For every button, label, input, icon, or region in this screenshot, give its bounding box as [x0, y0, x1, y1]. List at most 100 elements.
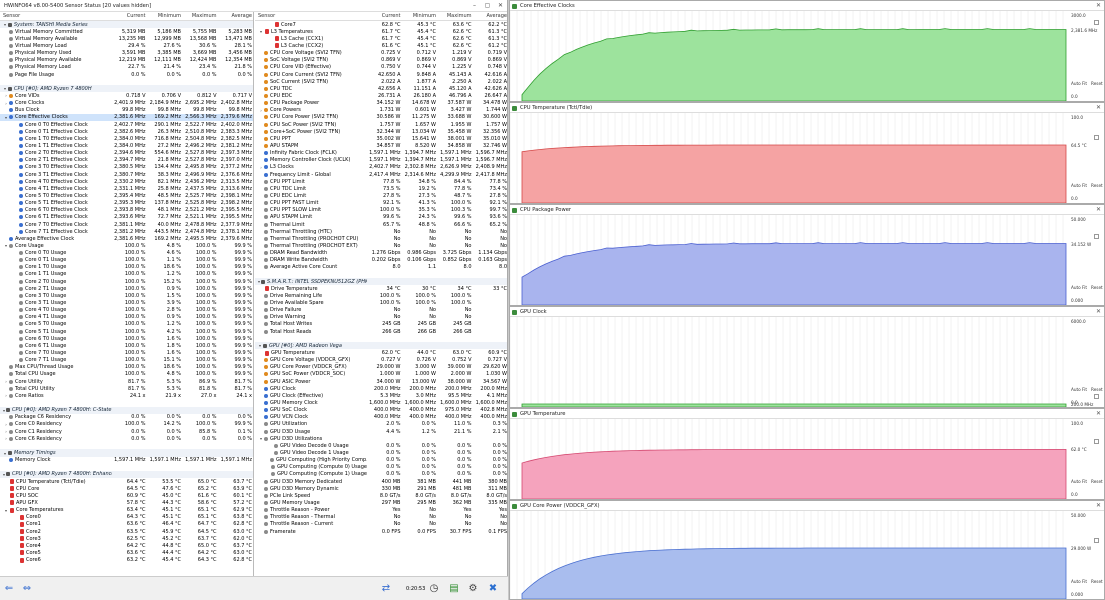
sensor-group-header[interactable]: ▾ CPU [#0]: AMD Ryzen 7 4800H: Enhanced — [0, 470, 253, 478]
reset-button[interactable]: Reset — [1091, 183, 1103, 188]
reset-button[interactable]: Reset — [1091, 387, 1103, 392]
sensor-row[interactable]: CPU Temperature (Tctl/Tdie) 64.4 °C 53.5 °… — [0, 478, 253, 485]
sensor-row[interactable]: Frequency Limit - Global 2,417.4 MHz 2,314… — [255, 171, 507, 178]
sensor-row[interactable]: GPU SoC Clock 400.0 MHz 400.0 MHz 975.0 MHz… — [255, 407, 507, 414]
sensor-row[interactable]: CPU PPT Limit 77.8 % 34.8 % 84.4 % 77.8 % — [255, 178, 507, 185]
sensor-row[interactable]: › Core Utility 81.7 % 5.3 % 86.9 % 81.7 % — [0, 378, 253, 385]
sensor-row[interactable]: Memory Controller Clock (UCLK) 1,597.1 MH… — [255, 157, 507, 164]
reset-button[interactable]: Reset — [1091, 579, 1103, 584]
column-header[interactable]: Sensor Current Minimum Maximum Average — [0, 12, 253, 21]
sensor-row[interactable]: › Core Clocks 2,401.9 MHz 2,184.9 MHz 2,695.… — [0, 100, 253, 107]
sensor-row[interactable]: Core 3 T0 Effective Clock 2,380.5 MHz 134.… — [0, 164, 253, 171]
sensor-row[interactable]: Core 4 T1 Usage 100.0 % 0.9 % 100.0 % 99.9 % — [0, 314, 253, 321]
sensor-group-header[interactable]: ▾ S.M.A.R.T.: INTEL SSDPEKNU512GZ (PHKA21… — [255, 278, 507, 286]
sensor-row[interactable]: CPU SoC Power (SVI2 TFN) 1.757 W 1.657 W 1.… — [255, 121, 507, 128]
sensor-row[interactable]: Core 7 T0 Usage 100.0 % 1.6 % 100.0 % 99.9 % — [0, 349, 253, 356]
sensor-row[interactable]: Infinity Fabric Clock (FCLK) 1,597.1 MHz 1… — [255, 150, 507, 157]
sensor-row[interactable]: SoC Voltage (SVI2 TFN) 0.869 V 0.869 V 0.86… — [255, 57, 507, 64]
auto-fit-button[interactable]: Auto Fit — [1071, 387, 1087, 392]
sensor-row[interactable]: Core 7 T1 Effective Clock 2,381.2 MHz 443.… — [0, 228, 253, 235]
collapse-icon[interactable]: ▾ — [3, 472, 5, 477]
expand-icon[interactable]: ▾ — [259, 436, 263, 441]
sensor-row[interactable]: Page File Usage 0.0 % 0.0 % 0.0 % 0.0 % — [0, 71, 253, 78]
sensor-row[interactable]: GPU D3D Memory Dynamic 330 MB 291 MB 481 MB… — [255, 485, 507, 492]
sensor-row[interactable]: Drive Remaining Life 100.0 % 100.0 % 100.0 … — [255, 292, 507, 299]
sensor-row[interactable]: Core 0 T1 Effective Clock 2,382.6 MHz 26.3… — [0, 128, 253, 135]
sensor-row[interactable]: Core 7 T1 Usage 100.0 % 15.1 % 100.0 % 99.9 … — [0, 357, 253, 364]
sensor-row[interactable]: Drive Available Spare 100.0 % 100.0 % 100.0… — [255, 299, 507, 306]
sensor-row[interactable]: Total CPU Utility 81.7 % 5.3 % 81.8 % 81.7 % — [0, 385, 253, 392]
sensor-row[interactable]: DRAM Write Bandwidth 0.202 Gbps 0.106 Gbps… — [255, 257, 507, 264]
column-average[interactable]: Average — [219, 13, 254, 19]
sensor-row[interactable]: GPU D3D Usage 4.4 % 1.2 % 21.1 % 2.1 % — [255, 428, 507, 435]
sensor-row[interactable]: Virtual Memory Load 29.4 % 27.6 % 30.6 % 28.… — [0, 42, 253, 49]
graph-window[interactable]: CPU Package Power ✕ 50.000 34.152 W Auto Fit… — [509, 204, 1105, 306]
sensor-row[interactable]: Throttle Reason - Current No No No No — [255, 521, 507, 528]
expand-icon[interactable]: › — [4, 379, 8, 384]
close-graph-icon[interactable]: ✕ — [1096, 2, 1101, 9]
sensor-row[interactable]: Virtual Memory Available 13,235 MB 12,999 … — [0, 35, 253, 42]
collapse-icon[interactable]: ▾ — [3, 408, 5, 413]
sensor-row[interactable]: Thermal Throttling (HTC) No No No No — [255, 228, 507, 235]
sensor-row[interactable]: Core5 63.6 °C 44.4 °C 64.2 °C 63.0 °C — [0, 549, 253, 556]
expand-icon[interactable]: › — [4, 393, 8, 398]
arrow-right-icon[interactable]: ⇔ — [21, 581, 33, 597]
close-graph-icon[interactable]: ✕ — [1096, 502, 1101, 509]
sensor-row[interactable]: Core 5 T1 Usage 100.0 % 4.2 % 100.0 % 99.9 % — [0, 328, 253, 335]
sensor-list-right[interactable]: Sensor Current Minimum Maximum Average C… — [255, 12, 507, 576]
sensor-row[interactable]: GPU Core Voltage (VDDCR_GFX) 0.727 V 0.726… — [255, 357, 507, 364]
graph-window[interactable]: GPU Temperature ✕ 100.0 62.0 °C Auto Fit Rese… — [509, 408, 1105, 500]
sensor-row[interactable]: › Core C0 Residency 100.0 % 14.2 % 100.0 % 99… — [0, 421, 253, 428]
sensor-row[interactable]: CPU Package Power 34.152 W 14.678 W 37.587 … — [255, 100, 507, 107]
graph-plot[interactable] — [510, 113, 1070, 203]
sensor-row[interactable]: CPU TDC Limit 73.5 % 19.2 % 77.8 % 73.4 % — [255, 185, 507, 192]
sensor-row[interactable]: Memory Clock 1,597.1 MHz 1,597.1 MHz 1,597.… — [0, 457, 253, 464]
sensor-group-header[interactable]: ▾ CPU [#0]: AMD Ryzen 7 4800H: C-State Re… — [0, 406, 253, 414]
sensor-row[interactable]: Core 2 T0 Effective Clock 2,394.6 MHz 554.… — [0, 150, 253, 157]
column-header[interactable]: Sensor Current Minimum Maximum Average — [255, 12, 507, 21]
collapse-icon[interactable]: ▾ — [3, 86, 7, 91]
sensor-row[interactable]: GPU Computing (Compute 0) Usage 0.0 % 0.0 … — [255, 464, 507, 471]
expand-icon[interactable]: ▾ — [4, 115, 8, 120]
sensor-row[interactable]: CPU Core Power (SVI2 TFN) 30.586 W 11.275 … — [255, 114, 507, 121]
sensor-row[interactable]: CPU EDC 26.731 A 26.180 A 46.796 A 26.647 A — [255, 92, 507, 99]
sensor-row[interactable]: CPU PPT SLOW Limit 100.0 % 35.3 % 100.3 % 99… — [255, 207, 507, 214]
sensor-row[interactable]: CPU Core Voltage (SVI2 TFN) 0.725 V 0.712 … — [255, 50, 507, 57]
close-graph-icon[interactable]: ✕ — [1096, 410, 1101, 417]
reset-button[interactable]: Reset — [1091, 285, 1103, 290]
sensor-row[interactable]: GPU Computing (Compute 1) Usage 0.0 % 0.0 … — [255, 471, 507, 478]
sensor-row[interactable]: Thermal Throttling (PROCHOT EXT) No No No No — [255, 242, 507, 249]
sensor-row[interactable]: Core1 63.6 °C 46.4 °C 64.7 °C 62.8 °C — [0, 521, 253, 528]
sensor-row[interactable]: PCIe Link Speed 8.0 GT/s 8.0 GT/s 8.0 GT/s 8… — [255, 492, 507, 499]
expand-icon[interactable]: ▾ — [259, 29, 263, 34]
reset-button[interactable]: Reset — [1091, 479, 1103, 484]
graph-color-swatch[interactable] — [1094, 394, 1099, 400]
sensor-row[interactable]: Core 7 T0 Effective Clock 2,381.1 MHz 40.0… — [0, 221, 253, 228]
minimize-icon[interactable]: – — [468, 2, 481, 9]
column-current[interactable]: Current — [367, 13, 403, 19]
sensor-row[interactable]: GPU Clock 200.0 MHz 200.0 MHz 200.0 MHz 200.… — [255, 385, 507, 392]
sensor-row[interactable]: GPU ASIC Power 34.000 W 13.000 W 38.000 W 34… — [255, 378, 507, 385]
graph-plot[interactable] — [510, 215, 1070, 305]
sensor-row[interactable]: Core 5 T1 Effective Clock 2,395.3 MHz 137.… — [0, 200, 253, 207]
sensor-row[interactable]: Drive Temperature 34 °C 30 °C 34 °C 33 °C — [255, 285, 507, 292]
sensor-row[interactable]: GPU Clock (Effective) 5.3 MHz 3.0 MHz 95.5 … — [255, 392, 507, 399]
sensor-group-header[interactable]: ▾ System: TANSHI Media Series — [0, 21, 253, 29]
sensor-row[interactable]: Core 3 T1 Usage 100.0 % 3.9 % 100.0 % 99.9 % — [0, 299, 253, 306]
sensor-row[interactable]: Core2 63.5 °C 45.9 °C 64.5 °C 63.0 °C — [0, 528, 253, 535]
close-graph-icon[interactable]: ✕ — [1096, 206, 1101, 213]
sensor-row[interactable]: Core7 62.8 °C 45.3 °C 63.6 °C 62.2 °C — [255, 21, 507, 28]
expand-icon[interactable]: › — [4, 429, 8, 434]
sensor-row[interactable]: GPU Core Power (VDDCR_GFX) 29.000 W 3.000 … — [255, 364, 507, 371]
sensor-row[interactable]: Core 4 T0 Usage 100.0 % 2.8 % 100.0 % 99.9 % — [0, 307, 253, 314]
sensor-row[interactable]: L3 Cache (CCX2) 61.6 °C 45.1 °C 62.6 °C 61.2… — [255, 42, 507, 49]
graph-plot[interactable] — [510, 419, 1070, 499]
sensor-row[interactable]: Core6 63.2 °C 45.4 °C 64.3 °C 62.8 °C — [0, 557, 253, 564]
expand-icon[interactable]: ▾ — [4, 508, 8, 513]
graph-window[interactable]: GPU Core Power (VDDCR_GFX) ✕ 50.000 29.000 … — [509, 500, 1105, 600]
sensor-row[interactable]: Thermal Limit 65.7 % 48.8 % 66.6 % 65.2 % — [255, 221, 507, 228]
close-icon[interactable]: ✕ — [494, 2, 507, 9]
sensor-row[interactable]: Core 6 T0 Effective Clock 2,393.8 MHz 48.1… — [0, 207, 253, 214]
sensor-row[interactable]: Core 4 T1 Effective Clock 2,331.1 MHz 25.8… — [0, 185, 253, 192]
sensor-row[interactable]: Average Effective Clock 2,381.6 MHz 169.2 … — [0, 235, 253, 242]
